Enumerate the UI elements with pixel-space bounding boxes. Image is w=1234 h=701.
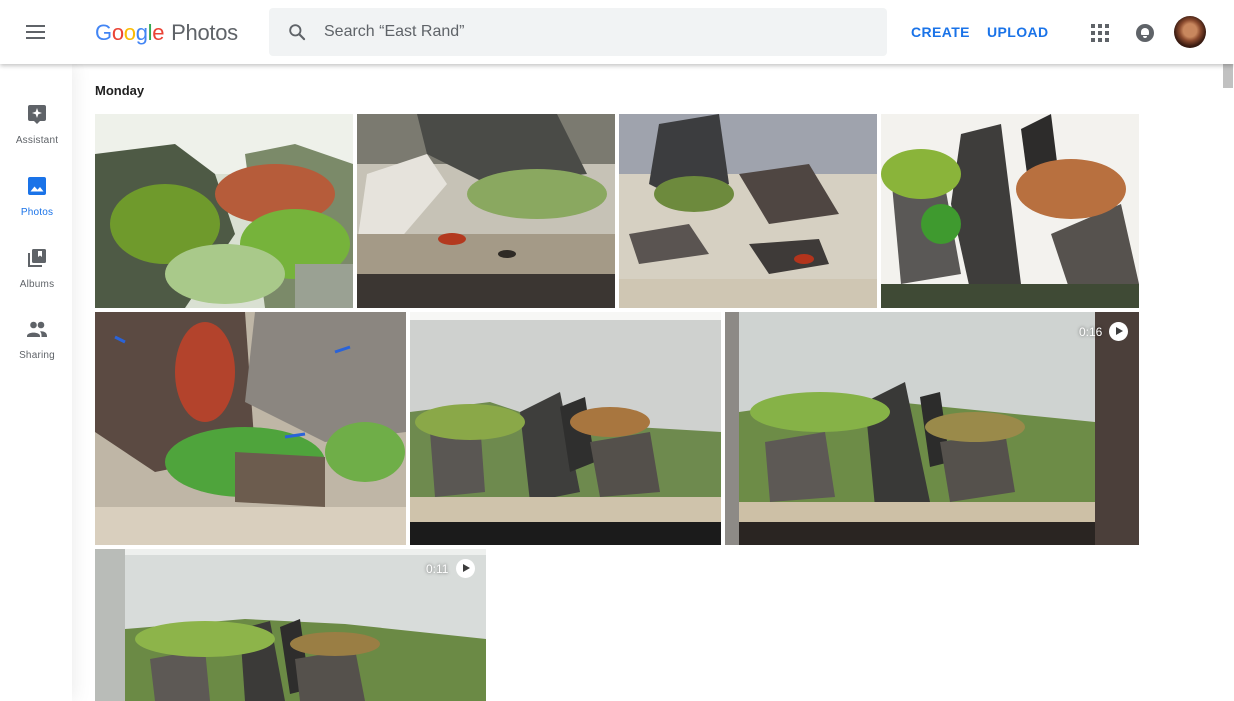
logo-product-name: Photos xyxy=(171,20,238,45)
logo-letter: G xyxy=(95,20,112,45)
sidebar-item-albums[interactable]: Albums xyxy=(0,246,74,306)
play-icon xyxy=(456,559,475,578)
top-app-bar: GooglePhotos CREATE UPLOAD xyxy=(0,0,1234,64)
albums-icon xyxy=(28,249,46,267)
google-photos-logo[interactable]: Google Photos xyxy=(95,19,238,47)
logo-letter: o xyxy=(123,20,136,45)
video-duration: 0:11 xyxy=(426,562,449,576)
sidebar-item-label: Assistant xyxy=(15,135,59,146)
search-icon[interactable] xyxy=(287,22,307,42)
sidebar-item-label: Photos xyxy=(20,207,54,218)
logo-letter: g xyxy=(135,20,148,45)
video-thumbnail-tank-wide[interactable]: 0:16 xyxy=(725,312,1139,545)
notifications-icon[interactable] xyxy=(1136,24,1154,42)
sidebar-item-assistant[interactable]: Assistant xyxy=(0,102,74,162)
video-duration: 0:16 xyxy=(1079,325,1103,339)
upload-button[interactable]: UPLOAD xyxy=(987,24,1049,40)
play-icon xyxy=(1109,322,1128,341)
photo-thumbnail-rock-scape[interactable] xyxy=(881,114,1139,308)
navigation-sidebar: Assistant Photos Albums Sharing xyxy=(0,64,72,701)
sidebar-item-label: Sharing xyxy=(19,350,55,361)
photo-thumbnail-aquarium-plants[interactable] xyxy=(95,114,353,308)
avatar[interactable] xyxy=(1174,16,1206,48)
photo-thumbnail-fish-clover[interactable] xyxy=(95,312,406,545)
menu-icon[interactable] xyxy=(24,20,50,44)
search-bar xyxy=(269,8,887,56)
sidebar-item-photos[interactable]: Photos xyxy=(0,174,74,234)
search-input[interactable] xyxy=(324,8,864,56)
vertical-scrollbar[interactable] xyxy=(1223,64,1234,701)
sidebar-item-label: Albums xyxy=(19,279,55,290)
photo-thumbnail-tank-front[interactable] xyxy=(410,312,721,545)
scrollbar-thumb[interactable] xyxy=(1223,64,1233,88)
photo-thumbnail-shrimp-gravel[interactable] xyxy=(357,114,615,308)
sidebar-item-sharing[interactable]: Sharing xyxy=(0,317,74,377)
photos-icon xyxy=(28,177,46,195)
logo-letter: o xyxy=(111,20,124,45)
create-button[interactable]: CREATE xyxy=(911,24,970,40)
apps-grid-icon[interactable] xyxy=(1091,24,1109,42)
logo-letter: e xyxy=(152,20,165,45)
video-thumbnail-tank-side[interactable]: 0:11 xyxy=(95,549,486,701)
sharing-icon xyxy=(27,321,47,337)
date-group-heading: Monday xyxy=(95,83,145,98)
photo-thumbnail-rocks-shrimp[interactable] xyxy=(619,114,877,308)
assistant-icon xyxy=(28,105,46,124)
